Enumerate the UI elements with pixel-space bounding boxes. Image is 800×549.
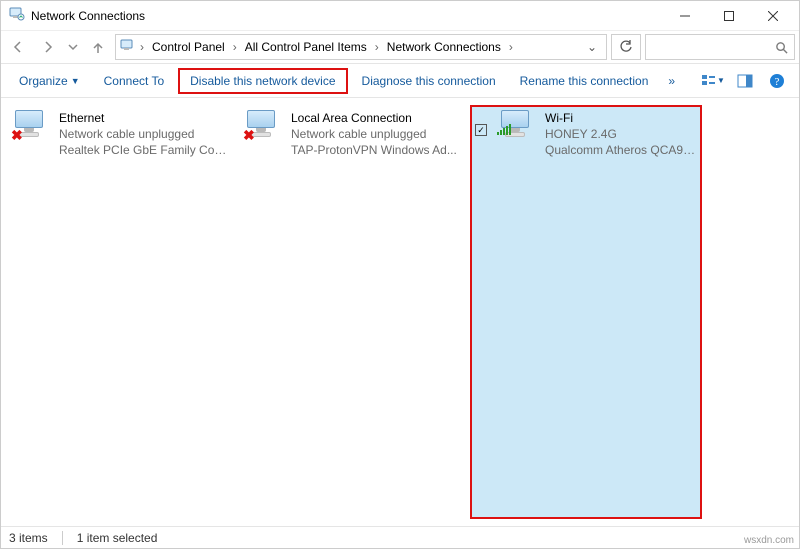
network-adapter-icon: ✖ [13, 110, 49, 138]
recent-locations-button[interactable] [65, 34, 81, 60]
network-adapter-icon: ✖ [245, 110, 281, 138]
organize-button[interactable]: Organize ▼ [9, 70, 90, 92]
watermark: wsxdn.com [744, 535, 794, 546]
network-adapter-icon [499, 110, 535, 138]
disconnected-icon: ✖ [243, 126, 257, 140]
chevron-right-icon[interactable]: › [373, 40, 381, 54]
breadcrumb-all-items[interactable]: All Control Panel Items [241, 38, 371, 56]
view-options-button[interactable]: ▼ [699, 70, 727, 92]
chevron-right-icon[interactable]: › [138, 40, 146, 54]
address-bar-row: › Control Panel › All Control Panel Item… [1, 31, 799, 64]
selection-checkbox[interactable]: ✓ [475, 124, 487, 136]
connection-item-wifi[interactable]: ✓ Wi-Fi HONEY 2.4G Qualcomm Atheros QCA9… [471, 106, 701, 518]
connection-name: Ethernet [59, 110, 233, 126]
connect-to-button[interactable]: Connect To [94, 70, 175, 92]
address-dropdown[interactable]: ⌄ [582, 40, 602, 54]
disable-device-button[interactable]: Disable this network device [178, 68, 347, 94]
search-input[interactable] [645, 34, 795, 60]
connection-device: TAP-ProtonVPN Windows Ad... [291, 142, 465, 158]
signal-bars-icon [497, 124, 511, 135]
connection-status: Network cable unplugged [291, 126, 465, 142]
item-count: 3 items [9, 531, 48, 545]
back-button[interactable] [5, 34, 31, 60]
connection-status: HONEY 2.4G [545, 126, 697, 142]
more-commands-button[interactable]: » [662, 70, 681, 92]
window-title: Network Connections [31, 9, 663, 23]
help-button[interactable]: ? [763, 70, 791, 92]
status-bar: 3 items 1 item selected [1, 526, 799, 548]
connection-device: Qualcomm Atheros QCA9377... [545, 142, 697, 158]
app-icon [9, 6, 25, 25]
maximize-button[interactable] [707, 2, 751, 30]
svg-text:?: ? [775, 76, 780, 88]
connection-item-ethernet[interactable]: ✖ Ethernet Network cable unplugged Realt… [7, 106, 237, 518]
refresh-button[interactable] [611, 34, 641, 60]
location-icon [120, 38, 136, 57]
command-bar: Organize ▼ Connect To Disable this netwo… [1, 64, 799, 98]
rename-button[interactable]: Rename this connection [510, 70, 659, 92]
breadcrumb-network-connections[interactable]: Network Connections [383, 38, 505, 56]
connection-name: Wi-Fi [545, 110, 697, 126]
disconnected-icon: ✖ [11, 126, 25, 140]
connection-device: Realtek PCIe GbE Family Cont... [59, 142, 233, 158]
preview-pane-button[interactable] [731, 70, 759, 92]
connection-status: Network cable unplugged [59, 126, 233, 142]
connections-list: ✖ Ethernet Network cable unplugged Realt… [1, 98, 799, 526]
chevron-right-icon[interactable]: › [231, 40, 239, 54]
up-button[interactable] [85, 34, 111, 60]
minimize-button[interactable] [663, 2, 707, 30]
selection-count: 1 item selected [77, 531, 158, 545]
address-bar[interactable]: › Control Panel › All Control Panel Item… [115, 34, 607, 60]
connection-item-local-area[interactable]: ✖ Local Area Connection Network cable un… [239, 106, 469, 518]
chevron-down-icon: ▼ [71, 76, 80, 86]
breadcrumb-control-panel[interactable]: Control Panel [148, 38, 229, 56]
connection-name: Local Area Connection [291, 110, 465, 126]
close-button[interactable] [751, 2, 795, 30]
titlebar: Network Connections [1, 1, 799, 31]
diagnose-button[interactable]: Diagnose this connection [352, 70, 506, 92]
forward-button[interactable] [35, 34, 61, 60]
chevron-right-icon[interactable]: › [507, 40, 515, 54]
